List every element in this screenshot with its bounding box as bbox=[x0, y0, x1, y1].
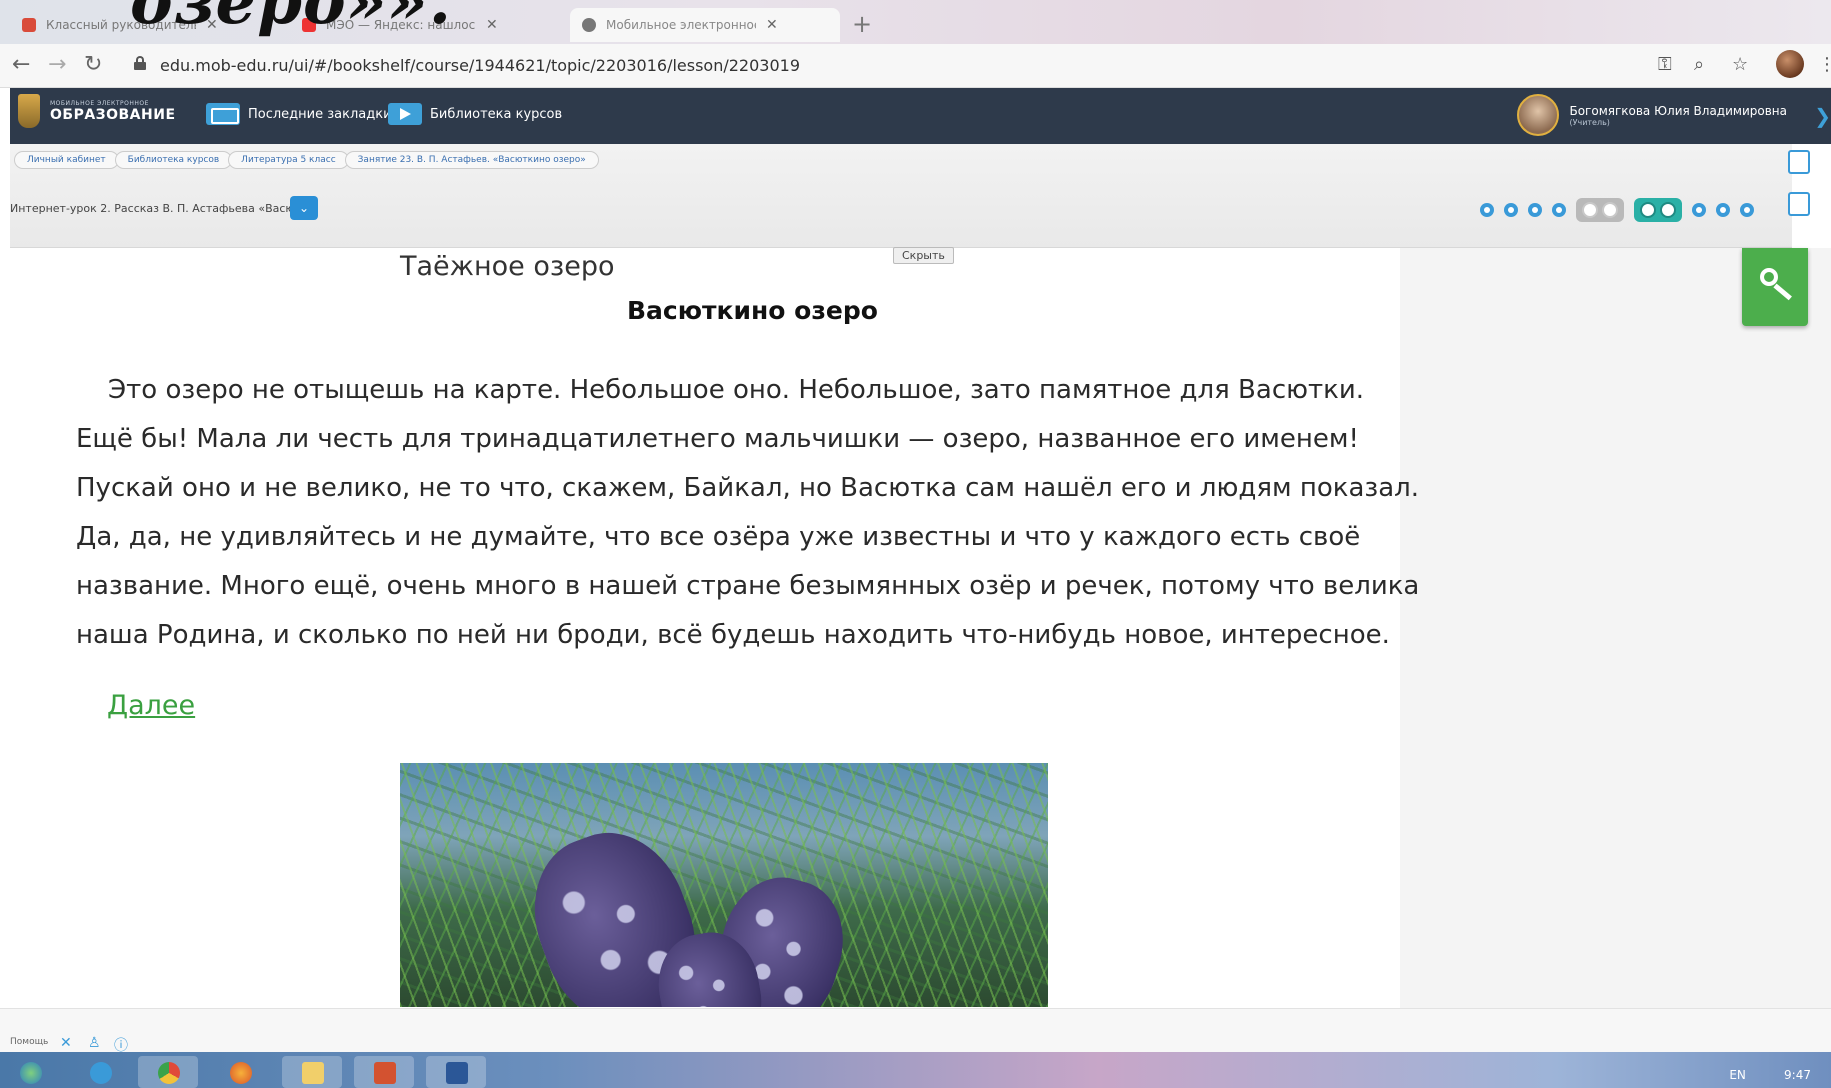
zoom-icon[interactable]: ⌕ bbox=[1694, 54, 1704, 75]
user-menu[interactable]: Богомягкова Юлия Владимировна (Учитель) bbox=[1517, 94, 1787, 136]
logo-title: ОБРАЗОВАНИЕ bbox=[50, 106, 176, 123]
pager-dot[interactable] bbox=[1480, 203, 1494, 217]
ie-icon[interactable] bbox=[70, 1056, 130, 1088]
breadcrumb-item[interactable]: Занятие 23. В. П. Астафьев. «Васюткино о… bbox=[344, 151, 599, 169]
hide-button[interactable]: Скрыть bbox=[893, 247, 954, 264]
answer-key-button[interactable] bbox=[1742, 248, 1808, 326]
side-toolbar bbox=[1788, 150, 1810, 234]
recent-bookmarks-link[interactable]: Последние закладки bbox=[206, 103, 392, 125]
story-line: Ещё бы! Мала ли честь для тринадцатилетн… bbox=[76, 424, 1359, 454]
story-text: Это озеро не отыщешь на карте. Небольшое… bbox=[76, 366, 1420, 660]
lesson-pager bbox=[1480, 198, 1764, 222]
notes-icon[interactable] bbox=[1788, 150, 1810, 174]
browser-profile-avatar[interactable] bbox=[1776, 50, 1804, 78]
lesson-toolbar: Личный кабинет Библиотека курсов Литерат… bbox=[10, 144, 1792, 248]
close-tab-icon[interactable]: ✕ bbox=[766, 17, 778, 33]
pager-group[interactable] bbox=[1576, 198, 1624, 222]
right-panel bbox=[1400, 248, 1831, 1008]
breadcrumb-item[interactable]: Библиотека курсов bbox=[114, 151, 233, 169]
powerpoint-icon[interactable] bbox=[354, 1056, 414, 1088]
os-taskbar: EN 9:47 bbox=[0, 1052, 1831, 1088]
url-field[interactable]: edu.mob-edu.ru/ui/#/bookshelf/course/194… bbox=[160, 56, 800, 75]
breadcrumb-item[interactable]: Литература 5 класс bbox=[228, 151, 349, 169]
logo-subtitle: МОБИЛЬНОЕ ЭЛЕКТРОННОЕ bbox=[50, 99, 149, 107]
story-line: Пускай оно и не велико, не то что, скаже… bbox=[76, 473, 1420, 503]
tab-favicon-icon bbox=[22, 18, 36, 32]
pager-dot[interactable] bbox=[1692, 203, 1706, 217]
next-link[interactable]: Далее bbox=[107, 690, 195, 721]
user-role: (Учитель) bbox=[1569, 117, 1610, 127]
accessibility-icon[interactable]: ♙ bbox=[88, 1035, 101, 1051]
pager-dot[interactable] bbox=[1716, 203, 1730, 217]
site-header: МОБИЛЬНОЕ ЭЛЕКТРОННОЕ ОБРАЗОВАНИЕ Послед… bbox=[10, 88, 1831, 144]
site-logo[interactable]: МОБИЛЬНОЕ ЭЛЕКТРОННОЕ ОБРАЗОВАНИЕ bbox=[18, 94, 176, 128]
forward-arrow-icon[interactable]: → bbox=[48, 52, 66, 77]
library-icon bbox=[388, 103, 422, 125]
menu-dots-icon[interactable]: ⋮ bbox=[1818, 54, 1831, 75]
lock-icon bbox=[134, 56, 146, 70]
lesson-selector[interactable]: Интернет-урок 2. Рассказ В. П. Астафьева… bbox=[10, 196, 318, 220]
story-line: наша Родина, и сколько по ней ни броди, … bbox=[76, 620, 1390, 650]
pager-dot[interactable] bbox=[1740, 203, 1754, 217]
address-bar: ← → ↻ edu.mob-edu.ru/ui/#/bookshelf/cour… bbox=[0, 44, 1831, 88]
back-arrow-icon[interactable]: ← bbox=[12, 52, 30, 77]
bookmarks-icon bbox=[206, 103, 240, 125]
breadcrumb: Личный кабинет Библиотека курсов Литерат… bbox=[14, 151, 599, 169]
emblem-icon bbox=[18, 94, 40, 128]
pager-dot[interactable] bbox=[1552, 203, 1566, 217]
course-library-link[interactable]: Библиотека курсов bbox=[388, 103, 562, 125]
pager-dot[interactable] bbox=[1504, 203, 1518, 217]
star-icon[interactable]: ☆ bbox=[1732, 54, 1748, 75]
tools-icon[interactable]: ✕ bbox=[60, 1035, 72, 1051]
lesson-select-value: Интернет-урок 2. Рассказ В. П. Астафьева… bbox=[10, 201, 290, 215]
section-subtitle: Таёжное озеро bbox=[400, 251, 615, 282]
firefox-icon[interactable] bbox=[210, 1056, 270, 1088]
user-name: Богомягкова Юлия Владимировна bbox=[1569, 103, 1787, 118]
pager-group-active[interactable] bbox=[1634, 198, 1682, 222]
overlay-title: озеро»». bbox=[130, 0, 452, 39]
help-label[interactable]: Помощь bbox=[10, 1037, 48, 1047]
story-title: Васюткино озеро bbox=[627, 296, 878, 325]
chevron-down-icon[interactable]: ⌄ bbox=[290, 196, 318, 220]
breadcrumb-item[interactable]: Личный кабинет bbox=[14, 151, 119, 169]
clock[interactable]: 9:47 bbox=[1784, 1068, 1811, 1082]
browser-tab-active[interactable]: Мобильное электронное обра ✕ bbox=[570, 8, 840, 42]
tab-label: Мобильное электронное обра bbox=[606, 18, 756, 32]
pine-cones-image bbox=[400, 763, 1048, 1007]
start-button[interactable] bbox=[0, 1056, 60, 1088]
word-icon[interactable] bbox=[426, 1056, 486, 1088]
user-avatar bbox=[1517, 94, 1560, 136]
story-line: Да, да, не удивляйтесь и не думайте, что… bbox=[76, 522, 1361, 552]
language-indicator[interactable]: EN bbox=[1729, 1068, 1746, 1082]
new-tab-icon[interactable]: + bbox=[852, 10, 872, 38]
course-library-label: Библиотека курсов bbox=[430, 106, 563, 122]
chevron-right-icon[interactable]: ❯ bbox=[1814, 104, 1831, 128]
story-line: название. Много ещё, очень много в нашей… bbox=[76, 571, 1420, 601]
close-tab-icon[interactable]: ✕ bbox=[486, 17, 498, 33]
chrome-icon[interactable] bbox=[138, 1056, 198, 1088]
site-favicon-icon bbox=[582, 18, 596, 32]
key-icon[interactable]: ⚿ bbox=[1658, 54, 1672, 75]
recent-bookmarks-label: Последние закладки bbox=[248, 106, 392, 122]
story-line: Это озеро не отыщешь на карте. Небольшое… bbox=[108, 375, 1365, 405]
reload-icon[interactable]: ↻ bbox=[84, 52, 102, 77]
status-bar: Помощь ✕ ♙ ⓘ bbox=[0, 1008, 1831, 1054]
system-tray: EN 9:47 bbox=[1729, 1068, 1811, 1082]
grid-icon[interactable] bbox=[1788, 192, 1810, 216]
folder-icon[interactable] bbox=[282, 1056, 342, 1088]
pager-dot[interactable] bbox=[1528, 203, 1542, 217]
